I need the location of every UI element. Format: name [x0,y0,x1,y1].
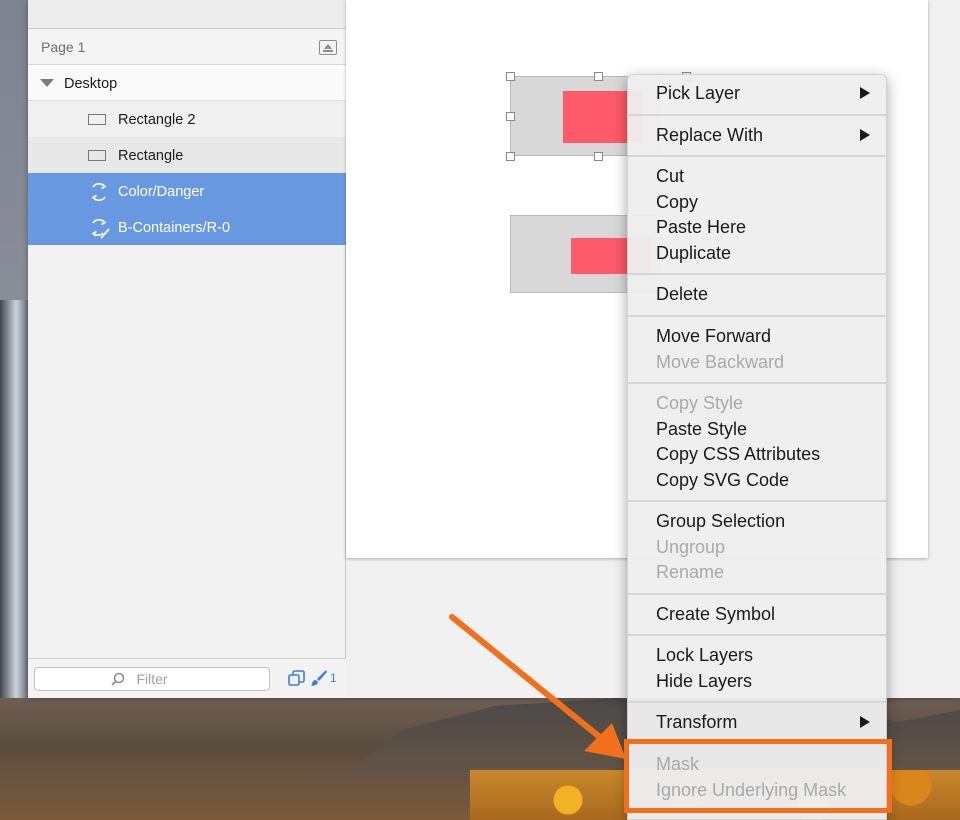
layer-artboard-desktop[interactable]: Desktop [28,65,346,101]
menu-separator [628,273,886,275]
menu-item-copy-style: Copy Style [656,393,744,413]
menu-item-rename: Rename [656,562,725,582]
menu-item-lock-layers[interactable]: Lock Layers [656,643,753,667]
resize-handle[interactable] [506,72,515,81]
layer-b-containers-r-0[interactable]: B-Containers/R-0 [28,209,346,245]
layer-label: Color/Danger [118,184,205,200]
menu-item-cut[interactable]: Cut [656,164,684,188]
sidebar-top-area [28,0,346,29]
menu-item-transform[interactable]: Transform [656,710,737,734]
layer-label: B-Containers/R-0 [118,220,231,236]
menu-item-group-selection[interactable]: Group Selection [656,509,785,533]
rectangle-icon [88,150,106,161]
resize-handle[interactable] [594,72,603,81]
page-header[interactable]: Page 1 [28,29,346,65]
menu-item-move-backward: Move Backward [656,352,785,372]
menu-item-hide-layers[interactable]: Hide Layers [656,669,752,693]
rectangle-icon [88,114,106,125]
menu-item-create-symbol[interactable]: Create Symbol [656,602,775,626]
brush-icon[interactable] [310,669,327,687]
menu-separator [628,114,886,116]
symbol-override-icon [91,219,110,239]
menu-separator [628,382,886,384]
menu-item-move-forward[interactable]: Move Forward [656,324,771,348]
layer-rectangle[interactable]: Rectangle [28,137,346,173]
menu-item-delete[interactable]: Delete [656,282,708,306]
annotation-arrow-icon [449,614,626,759]
footer-count: 1 [330,671,337,685]
layer-rectangle-2[interactable]: Rectangle 2 [28,101,346,137]
menu-item-copy-svg-code[interactable]: Copy SVG Code [656,468,789,492]
copy-icon[interactable] [288,670,305,687]
disclosure-triangle-icon[interactable] [40,79,54,87]
menu-separator [628,315,886,317]
page-title: Page 1 [41,39,86,55]
symbol-icon [91,183,107,201]
resize-handle[interactable] [506,112,515,121]
layers-sidebar: Page 1 Desktop Rectangle 2 Rectangle Col… [28,0,346,698]
menu-item-copy-css-attributes[interactable]: Copy CSS Attributes [656,442,820,466]
submenu-arrow-icon [860,87,870,99]
menu-item-paste-here[interactable]: Paste Here [656,215,746,239]
annotation-highlight-box [624,739,892,813]
layer-label: Rectangle 2 [118,112,196,128]
menu-separator [628,634,886,636]
menu-item-copy[interactable]: Copy [656,190,698,214]
menu-separator [628,500,886,502]
layer-label: Desktop [64,76,118,92]
layer-color-danger[interactable]: Color/Danger [28,173,346,209]
menu-separator [628,155,886,157]
resize-handle[interactable] [594,152,603,161]
submenu-arrow-icon [860,129,870,141]
sidebar-footer: 1 [28,658,346,698]
submenu-arrow-icon [860,716,870,728]
filter-field[interactable] [34,667,270,691]
menu-item-replace-with[interactable]: Replace With [656,123,763,147]
layer-label: Rectangle [118,148,184,164]
collapse-icon[interactable] [319,40,337,55]
menu-item-pick-layer[interactable]: Pick Layer [656,81,740,105]
context-menu: Pick Layer Replace With Cut Copy Paste H… [627,74,887,820]
resize-handle[interactable] [506,152,515,161]
filter-input[interactable] [35,668,269,690]
menu-item-paste-style[interactable]: Paste Style [656,417,747,441]
menu-separator [628,701,886,703]
menu-item-ungroup: Ungroup [656,537,726,557]
menu-item-duplicate[interactable]: Duplicate [656,241,731,265]
menu-separator [628,593,886,595]
